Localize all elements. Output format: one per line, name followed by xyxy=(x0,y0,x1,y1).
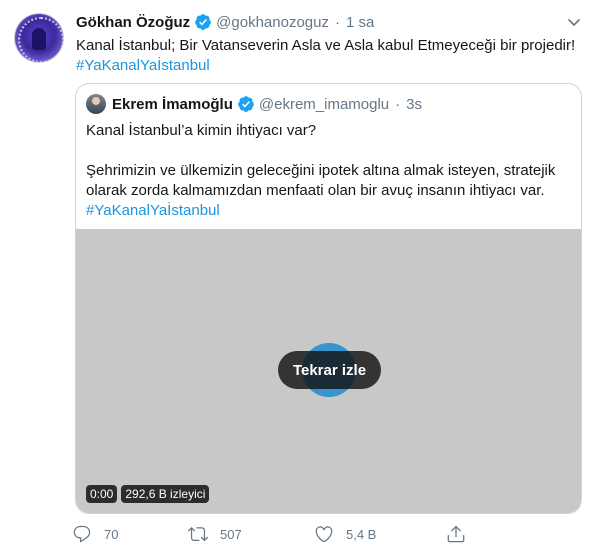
quote-author-avatar[interactable] xyxy=(86,94,106,114)
video-player[interactable]: Tekrar izle 0:00 292,6 B izleyici xyxy=(76,229,581,513)
quote-header: Ekrem İmamoğlu @ekrem_imamoglu · 3s xyxy=(86,94,422,114)
video-views: 292,6 B izleyici xyxy=(121,485,210,503)
reply-icon xyxy=(73,525,91,543)
replay-button[interactable]: Tekrar izle xyxy=(278,351,381,389)
quote-author-handle[interactable]: @ekrem_imamoglu xyxy=(259,96,389,113)
tweet-text: Kanal İstanbul; Bir Vatanseverin Asla ve… xyxy=(76,36,581,76)
quote-line-2: Şehrimizin ve ülkemizin geleceğini ipote… xyxy=(86,162,556,199)
author-name[interactable]: Gökhan Özoğuz xyxy=(76,14,190,31)
tweet-time[interactable]: 1 sa xyxy=(346,14,374,31)
reply-count: 70 xyxy=(104,526,119,542)
author-handle[interactable]: @gokhanozoguz xyxy=(216,14,329,31)
like-button[interactable]: 5,4 B xyxy=(314,522,376,546)
share-icon xyxy=(447,525,465,543)
verified-badge-icon xyxy=(237,95,255,113)
tweet-body: Kanal İstanbul; Bir Vatanseverin Asla ve… xyxy=(76,37,576,54)
quote-author-name[interactable]: Ekrem İmamoğlu xyxy=(112,96,233,113)
tweet[interactable]: Gökhan Özoğuz @gokhanozoguz · 1 sa Kanal… xyxy=(0,0,595,556)
retweet-count: 507 xyxy=(220,526,242,542)
quote-text: Kanal İstanbul’a kimin ihtiyacı var? Şeh… xyxy=(86,121,571,221)
reply-button[interactable]: 70 xyxy=(72,522,118,546)
retweet-button[interactable]: 507 xyxy=(188,522,242,546)
quoted-tweet[interactable]: Ekrem İmamoğlu @ekrem_imamoglu · 3s Kana… xyxy=(75,83,582,514)
share-button[interactable] xyxy=(446,522,466,546)
separator-dot: · xyxy=(334,13,340,31)
like-count: 5,4 B xyxy=(346,526,377,542)
tweet-header: Gökhan Özoğuz @gokhanozoguz · 1 sa xyxy=(76,12,374,32)
tweet-hashtag[interactable]: #YaKanalYaİstanbul xyxy=(76,56,581,76)
quote-line-1: Kanal İstanbul’a kimin ihtiyacı var? xyxy=(86,122,317,139)
quote-hashtag[interactable]: #YaKanalYaİstanbul xyxy=(86,201,571,221)
separator-dot: · xyxy=(395,95,401,113)
verified-badge-icon xyxy=(194,13,212,31)
author-avatar[interactable] xyxy=(14,13,64,63)
avatar-figure xyxy=(32,28,46,50)
video-badges: 0:00 292,6 B izleyici xyxy=(86,485,210,503)
quote-time[interactable]: 3s xyxy=(406,96,422,113)
video-duration: 0:00 xyxy=(86,485,118,503)
tweet-actions: 70 507 5,4 B xyxy=(70,522,470,546)
heart-icon xyxy=(315,526,333,543)
chevron-down-icon[interactable] xyxy=(566,14,582,30)
retweet-icon xyxy=(188,527,208,542)
